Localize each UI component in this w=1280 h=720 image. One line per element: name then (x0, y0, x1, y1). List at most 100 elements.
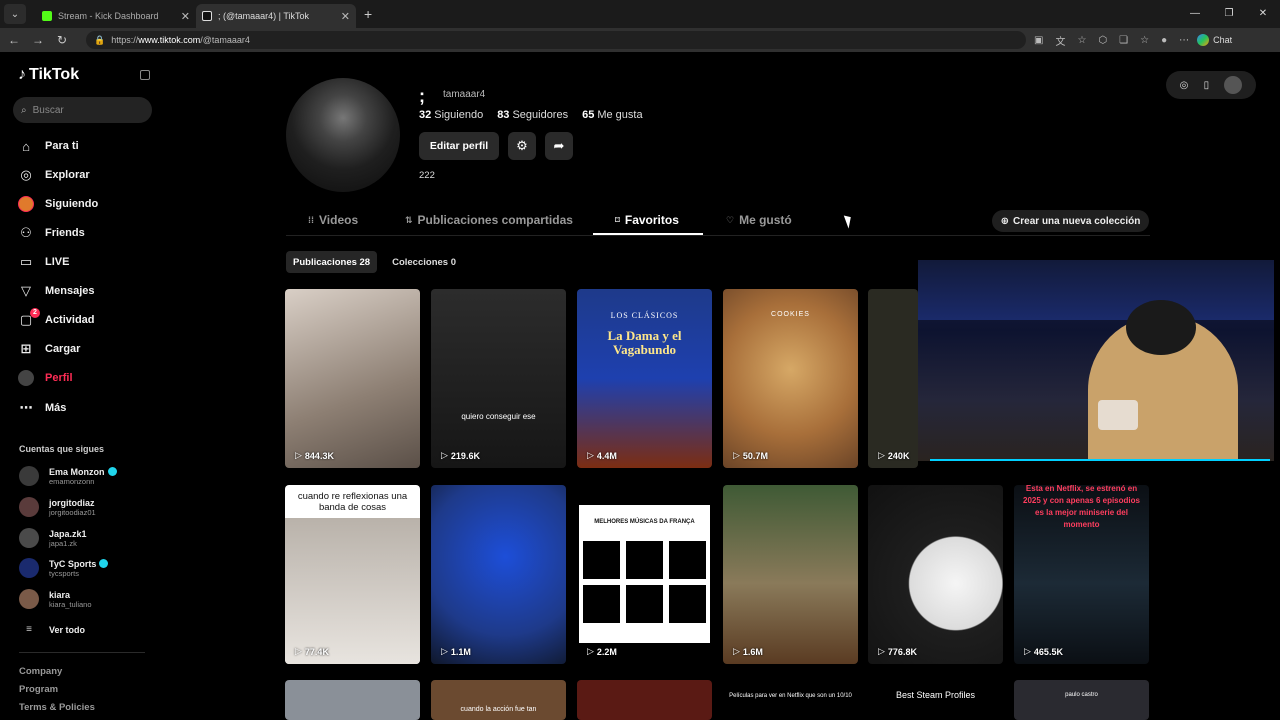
sidebar-item-mensajes[interactable]: ▽ Mensajes (18, 281, 95, 301)
tab-title: Stream - Kick Dashboard (58, 11, 159, 21)
search-box[interactable]: ⌕ (13, 97, 152, 123)
following-stat[interactable]: 32 Siguiendo (419, 109, 483, 121)
tab-actions-menu-icon[interactable]: ⌄ (4, 4, 26, 24)
minimize-icon[interactable]: — (1178, 0, 1212, 28)
sidebar-item-mas[interactable]: ⋯ Más (18, 398, 67, 418)
extensions-icon[interactable]: ⬡ (1098, 35, 1107, 46)
followers-stat[interactable]: 83 Seguidores (497, 109, 568, 121)
footer-link-program[interactable]: Program (19, 684, 58, 695)
new-tab-icon[interactable]: + (364, 6, 372, 22)
gear-icon: ⚙ (516, 138, 528, 153)
more-options-icon[interactable]: ⋯ (1179, 35, 1189, 46)
sidebar-item-label: LIVE (45, 256, 70, 268)
tiktok-logo[interactable]: ♪ TikTok (18, 66, 79, 84)
restore-icon[interactable]: ❐ (1212, 0, 1246, 28)
video-thumbnail[interactable]: cuando la acción fue tan (431, 680, 566, 720)
browser-tab-tiktok[interactable]: ; (@tamaaar4) | TikTok ✕ (196, 4, 356, 28)
video-thumbnail[interactable]: LOS CLÁSICOS La Dama y el Vagabundo ▷ 4.4… (577, 289, 712, 468)
footer-link-company[interactable]: Company (19, 666, 62, 677)
close-tab-icon[interactable]: ✕ (341, 10, 350, 23)
forward-icon[interactable]: → (26, 33, 50, 47)
url-field[interactable]: 🔒 https://www.tiktok.com/@tamaaar4 (86, 31, 1026, 49)
view-count: ▷ 219.6K (441, 450, 480, 461)
edit-profile-button[interactable]: Editar perfil (419, 132, 499, 160)
sidebar-item-live[interactable]: ▭ LIVE (18, 252, 70, 272)
followed-account[interactable]: jorgitodiaz jorgitoodiaz01 (19, 497, 96, 517)
likes-stat: 65 Me gusta (582, 109, 643, 121)
compass-icon[interactable]: ◎ (1180, 80, 1189, 91)
home-icon: ⌂ (22, 138, 30, 154)
sidebar-item-friends[interactable]: ⚇ Friends (18, 223, 85, 243)
grid-cell (626, 541, 663, 579)
translate-icon[interactable]: 文 (1055, 33, 1065, 48)
back-icon[interactable]: ← (2, 33, 26, 47)
followed-account[interactable]: kiara kiara_tuliano (19, 589, 92, 609)
account-handle: emamonzonn (49, 476, 95, 486)
phone-icon[interactable]: ▯ (1204, 80, 1210, 91)
video-thumbnail[interactable] (577, 680, 712, 720)
share-button[interactable]: ➦ (545, 132, 573, 160)
favorite-star-icon[interactable]: ☆ (1077, 35, 1086, 46)
sidebar-item-para-ti[interactable]: ⌂ Para ti (18, 136, 79, 156)
video-thumbnail[interactable]: MELHORES MÚSICAS DA FRANÇA ▷ 2.2M (577, 485, 712, 664)
likes-label: Me gusta (597, 109, 643, 121)
footer-link-terms[interactable]: Terms & Policies (19, 702, 95, 713)
split-screen-icon[interactable]: ▣ (1034, 35, 1043, 46)
video-thumbnail[interactable]: paulo castro (1014, 680, 1149, 720)
settings-button[interactable]: ⚙ (508, 132, 536, 160)
tab-liked[interactable]: ♡ Me gustó (726, 213, 792, 227)
video-thumbnail[interactable]: ▷ 844.3K (285, 289, 420, 468)
video-thumbnail[interactable]: Best Steam Profiles (868, 680, 1003, 720)
search-input[interactable] (32, 104, 133, 116)
play-icon: ▷ (587, 450, 594, 460)
collapse-sidebar-icon[interactable] (140, 70, 150, 80)
video-thumbnail[interactable]: ▷ 1.6M (723, 485, 858, 664)
tab-videos[interactable]: ⁞⁞ Videos (308, 213, 358, 227)
video-thumbnail[interactable]: ▷ 776.8K (868, 485, 1003, 664)
avatar[interactable] (1224, 76, 1243, 94)
tab-favorites[interactable]: ⌑ Favoritos (615, 213, 679, 227)
live-tv-icon: ▭ (19, 254, 33, 269)
video-thumbnail[interactable] (285, 680, 420, 720)
notification-badge: 2 (30, 308, 40, 318)
sidebar-item-actividad[interactable]: ▢ 2 Actividad (18, 308, 95, 330)
close-tab-icon[interactable]: ✕ (181, 10, 190, 23)
avatar (19, 558, 39, 578)
account-handle: kiara_tuliano (49, 599, 92, 609)
repost-icon: ⇅ (405, 214, 413, 225)
subtab-colecciones[interactable]: Colecciones 0 (385, 251, 463, 273)
video-thumbnail[interactable]: ▷ 240K (868, 289, 918, 468)
video-thumbnail[interactable]: COOKIES ▷ 50.7M (723, 289, 858, 468)
tab-reposts[interactable]: ⇅ Publicaciones compartidas (405, 213, 573, 227)
sidebar-item-cargar[interactable]: ⊞ Cargar (18, 339, 81, 359)
followed-account[interactable]: Japa.zk1 japa1.zk (19, 528, 87, 548)
user-avatar-icon[interactable]: ● (1161, 35, 1167, 46)
tiktok-note-icon: ♪ (18, 66, 26, 83)
video-thumbnail[interactable]: ▷ 1.1M (431, 485, 566, 664)
window-controls: — ❐ ✕ (1178, 0, 1280, 28)
sidebar-item-perfil[interactable]: Perfil (18, 368, 73, 388)
poster-subtitle: LOS CLÁSICOS (610, 311, 679, 320)
video-thumbnail[interactable]: Esta en Netflix, se estrenó en 2025 y co… (1014, 485, 1149, 664)
subtab-publicaciones[interactable]: Publicaciones 28 (286, 251, 378, 273)
create-collection-button[interactable]: ⊕ Crear una nueva colección (992, 210, 1149, 232)
favorites-icon[interactable]: ☆ (1140, 35, 1149, 46)
see-all-button[interactable]: ≡ Ver todo (19, 624, 85, 635)
sidebar-item-explorar[interactable]: ◎ Explorar (18, 165, 89, 185)
copilot-chat-button[interactable]: Chat (1197, 34, 1232, 46)
browser-tab-kick[interactable]: Stream - Kick Dashboard ✕ (36, 4, 196, 28)
reload-icon[interactable]: ↻ (50, 33, 74, 47)
friends-icon: ⚇ (20, 225, 32, 240)
close-window-icon[interactable]: ✕ (1246, 0, 1280, 28)
grid-cell (583, 585, 620, 623)
video-thumbnail[interactable]: quiero conseguir ese ▷ 219.6K (431, 289, 566, 468)
followed-account[interactable]: TyC Sports tycsports (19, 558, 109, 578)
video-thumbnail[interactable]: Películas para ver en Netflix que son un… (723, 680, 858, 720)
followed-account[interactable]: Ema Monzon emamonzonn (19, 466, 117, 486)
background-wall (918, 260, 1274, 320)
profile-avatar[interactable] (286, 78, 400, 192)
collections-icon[interactable]: ❏ (1119, 35, 1128, 46)
sidebar: ♪ TikTok ⌕ ⌂Para ti ◎Explorar Siguiendo … (0, 52, 165, 720)
sidebar-item-siguiendo[interactable]: Siguiendo (18, 194, 98, 214)
video-thumbnail[interactable]: cuando re reflexionas una banda de cosas… (285, 485, 420, 664)
